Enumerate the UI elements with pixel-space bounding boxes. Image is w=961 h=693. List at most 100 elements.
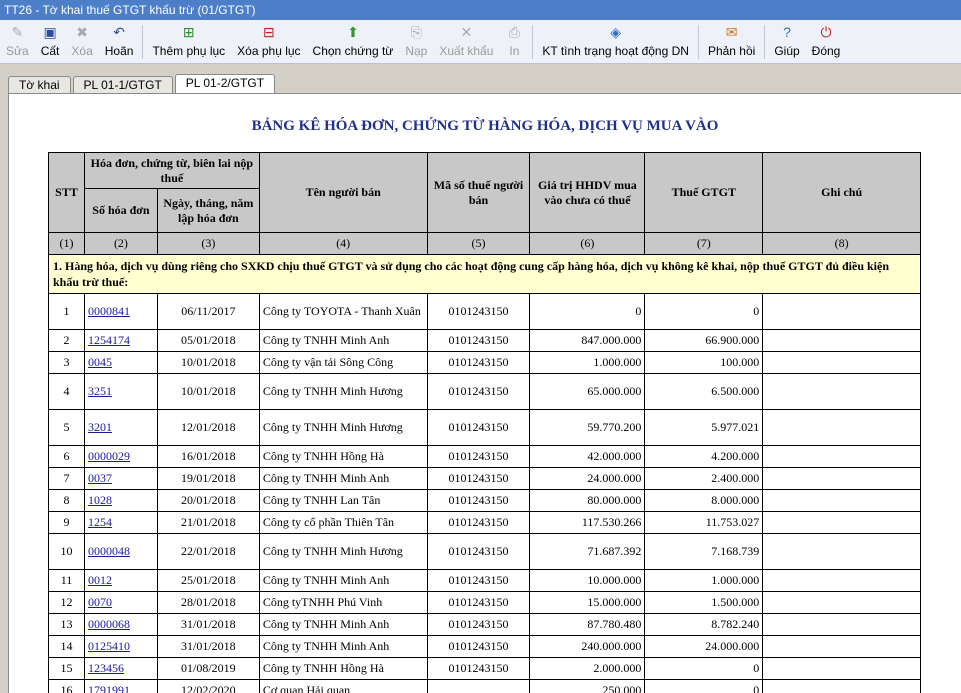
invoice-link[interactable]: 1254 [88,515,112,529]
hoan-button[interactable]: ↶ Hoãn [99,23,140,61]
invoice-link[interactable]: 3201 [88,420,112,434]
cell-seller: Công ty TNHH Minh Anh [258,635,428,658]
xuat-khau-button[interactable]: ✕ Xuất khẩu [433,23,499,61]
tab-0[interactable]: Tờ khai [8,76,71,94]
cell-seller: Cơ quan Hải quan [258,679,428,693]
them-phu-luc-button[interactable]: ⊞ Thêm phụ lục [146,23,231,61]
print-icon: ⎙ [508,24,520,40]
cell-note[interactable] [762,569,921,592]
toolbar-button-label: Cất [40,44,60,58]
table-row: 2 1254174 05/01/2018 Công ty TNHH Minh Anh 0… [48,329,921,352]
invoice-link[interactable]: 1254174 [88,333,130,347]
invoice-link[interactable]: 1028 [88,493,112,507]
cell-date: 28/01/2018 [156,591,260,614]
cell-date: 31/01/2018 [156,635,260,658]
cell-note[interactable] [762,657,921,680]
invoice-number-cell[interactable]: 3201 [83,409,158,446]
cell-note[interactable] [762,409,921,446]
header-tax-id: Mã số thuế người bán [426,152,531,233]
kt-tinh-trang-hoat-dong-dn-button[interactable]: ◈ KT tình trạng hoạt động DN [536,23,695,61]
toolbar-button-label: Hoãn [104,44,134,58]
invoice-link[interactable]: 0012 [88,573,112,587]
invoice-link[interactable]: 0037 [88,471,112,485]
invoice-link[interactable]: 0125410 [88,639,130,653]
cell-date: 22/01/2018 [156,533,260,570]
cell-value: 0 [529,293,646,330]
toolbar-button-label: Chọn chứng từ [312,44,394,58]
cell-vat: 2.400.000 [644,467,764,490]
cell-note[interactable] [762,613,921,636]
invoice-number-cell[interactable]: 0000068 [83,613,158,636]
cell-mst: 0101243150 [426,351,531,374]
cell-date: 12/02/2020 [156,679,260,693]
header-invoice-group: Hóa đơn, chứng từ, biên lai nộp thuế [83,152,260,189]
phan-hoi-button[interactable]: ✉ Phản hồi [702,23,761,61]
cell-note[interactable] [762,489,921,512]
cell-value: 10.000.000 [529,569,646,592]
cell-mst: 0101243150 [426,489,531,512]
invoice-number-cell[interactable]: 1791991 [83,679,158,693]
invoice-number-cell[interactable]: 0000841 [83,293,158,330]
invoice-link[interactable]: 3251 [88,384,112,398]
cell-value: 250.000 [529,679,646,693]
cell-vat: 1.500.000 [644,591,764,614]
cell-vat: 8.782.240 [644,613,764,636]
invoice-link[interactable]: 0000048 [88,544,130,558]
cell-note[interactable] [762,533,921,570]
cell-mst: 0101243150 [426,373,531,410]
cell-note[interactable] [762,635,921,658]
tab-2[interactable]: PL 01-2/GTGT [174,74,276,94]
in-button[interactable]: ⎙ In [499,23,529,61]
cell-note[interactable] [762,511,921,534]
column-number: (5) [426,232,531,255]
invoice-number-cell[interactable]: 0125410 [83,635,158,658]
giup-button[interactable]: ? Giúp [768,23,805,61]
cell-note[interactable] [762,373,921,410]
tab-1[interactable]: PL 01-1/GTGT [72,76,173,94]
invoice-number-cell[interactable]: 3251 [83,373,158,410]
invoice-link[interactable]: 1791991 [88,683,130,693]
cell-vat: 7.168.739 [644,533,764,570]
cell-note[interactable] [762,467,921,490]
nap-button[interactable]: ⎘ Nạp [399,23,433,61]
cell-seller: Công ty TNHH Hồng Hà [258,657,428,680]
invoice-link[interactable]: 0000068 [88,617,130,631]
invoice-number-cell[interactable]: 1028 [83,489,158,512]
invoice-link[interactable]: 0000841 [88,304,130,318]
invoice-number-cell[interactable]: 0000029 [83,445,158,468]
cell-note[interactable] [762,351,921,374]
invoice-number-cell[interactable]: 0045 [83,351,158,374]
invoice-link[interactable]: 0070 [88,595,112,609]
cat-button[interactable]: ▣ Cất [35,23,66,61]
cell-stt: 6 [48,445,85,468]
cell-note[interactable] [762,445,921,468]
invoice-number-cell[interactable]: 0000048 [83,533,158,570]
invoice-number-cell[interactable]: 0037 [83,467,158,490]
invoice-link[interactable]: 0045 [88,355,112,369]
table-row: 1 0000841 06/11/2017 Công ty TOYOTA - Thanh… [48,293,921,330]
cell-date: 21/01/2018 [156,511,260,534]
cell-note[interactable] [762,293,921,330]
column-number: (3) [156,232,260,255]
cell-note[interactable] [762,591,921,614]
cell-stt: 13 [48,613,85,636]
invoice-number-cell[interactable]: 123456 [83,657,158,680]
invoice-link[interactable]: 123456 [88,661,124,675]
invoice-number-cell[interactable]: 0012 [83,569,158,592]
save-icon: ▣ [43,24,57,40]
cell-note[interactable] [762,679,921,693]
invoice-number-cell[interactable]: 1254 [83,511,158,534]
xoa-button[interactable]: ✖ Xóa [65,23,98,61]
chon-chung-tu-button[interactable]: ⬆ Chọn chứng từ [307,23,400,61]
xoa-phu-luc-button[interactable]: ⊟ Xóa phụ lục [231,23,306,61]
select-document-icon: ⬆ [347,24,359,40]
invoice-link[interactable]: 0000029 [88,449,130,463]
cell-note[interactable] [762,329,921,352]
sua-button[interactable]: ✎ Sửa [0,23,35,61]
dong-button[interactable]: ⏻ Đóng [806,23,847,61]
document-area: BẢNG KÊ HÓA ĐƠN, CHỨNG TỪ HÀNG HÓA, DỊCH… [8,93,961,693]
cell-value: 15.000.000 [529,591,646,614]
cell-date: 16/01/2018 [156,445,260,468]
invoice-number-cell[interactable]: 0070 [83,591,158,614]
invoice-number-cell[interactable]: 1254174 [83,329,158,352]
